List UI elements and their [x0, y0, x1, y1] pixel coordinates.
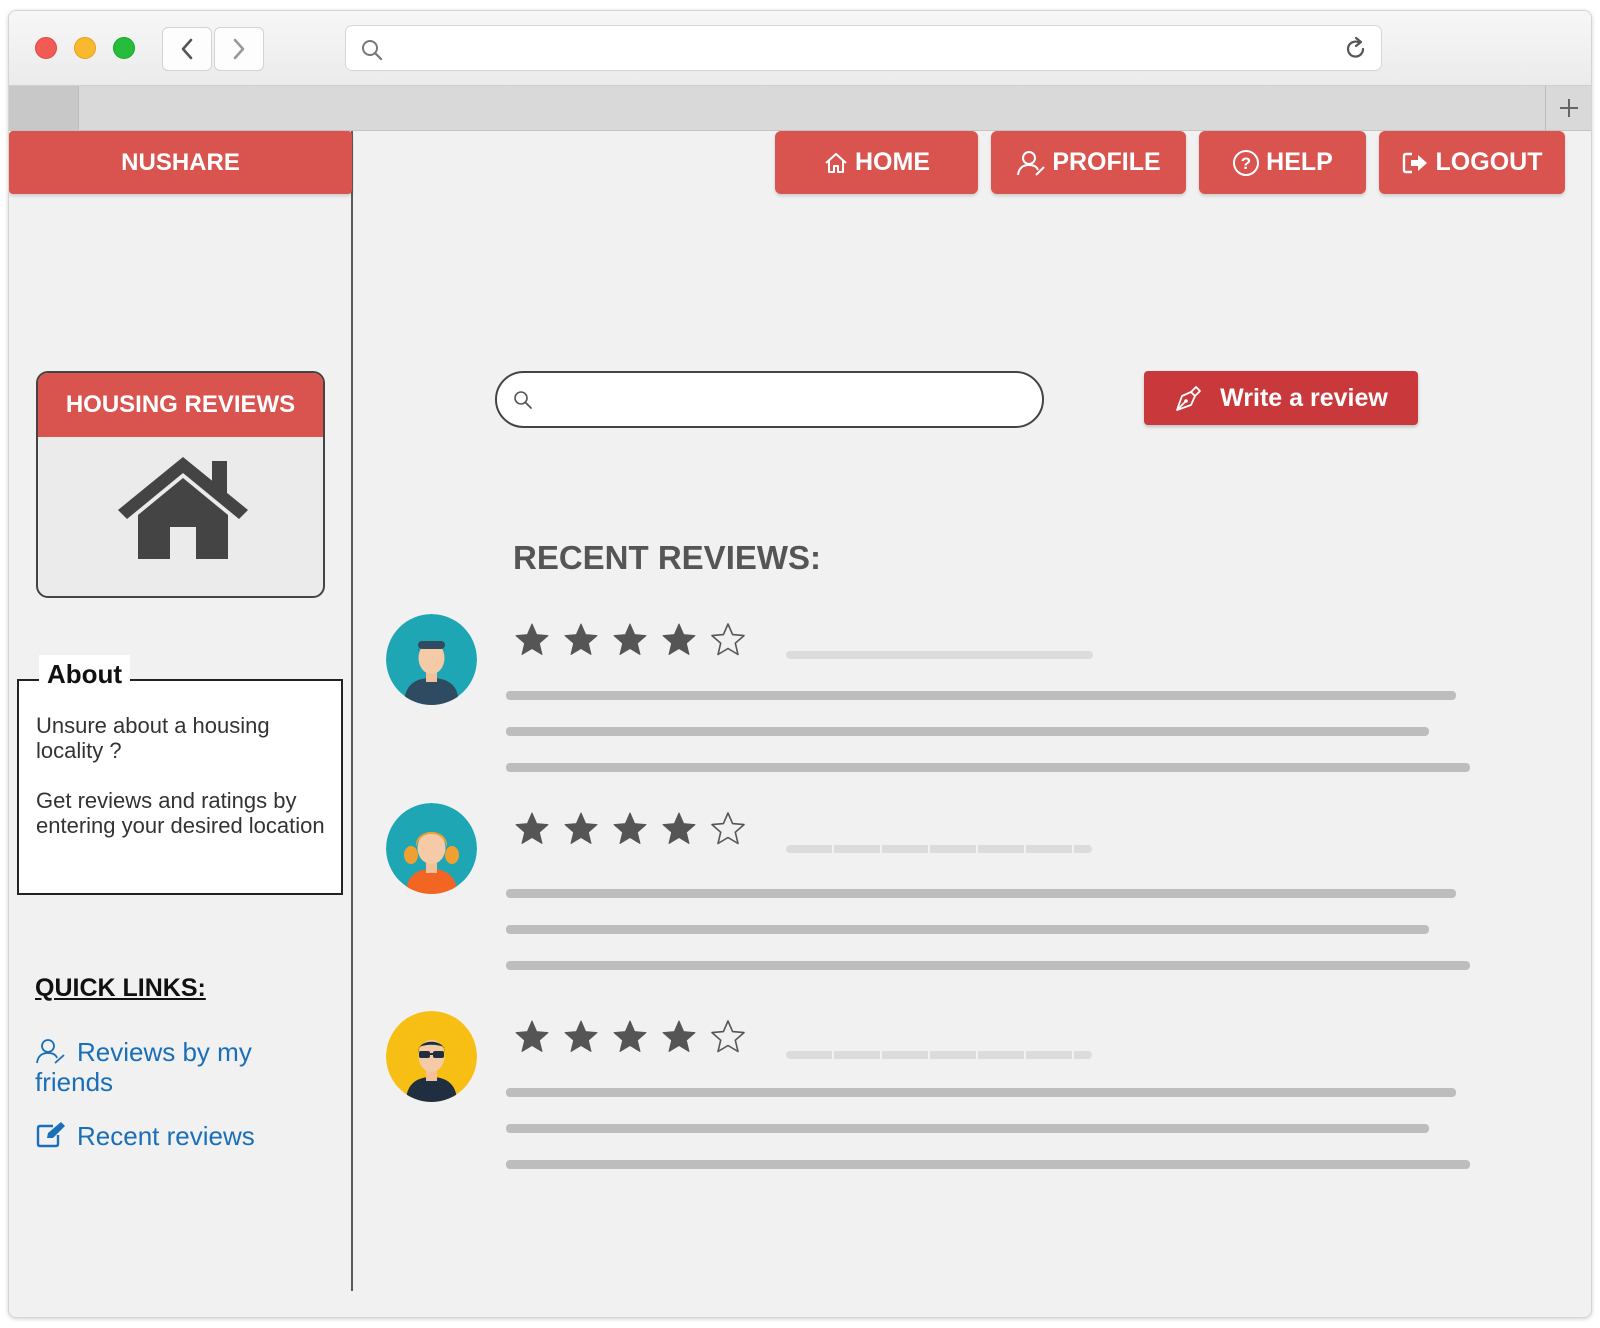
recent-reviews-title: RECENT REVIEWS:: [513, 539, 822, 576]
close-window-button[interactable]: [35, 37, 57, 59]
svg-text:?: ?: [1241, 154, 1251, 173]
woman-avatar: [386, 803, 477, 894]
star-filled-icon: [515, 812, 549, 844]
user-icon: [36, 1039, 65, 1064]
maximize-window-button[interactable]: [113, 37, 135, 59]
review-item[interactable]: [386, 1011, 1486, 1181]
about-box: About Unsure about a housing locality ? …: [17, 655, 343, 895]
review-meta-placeholder: [786, 845, 1092, 853]
location-search[interactable]: [495, 371, 1044, 428]
nav-logout-label: LOGOUT: [1435, 148, 1543, 176]
rating-stars: [514, 811, 746, 847]
star-empty-icon: [711, 812, 745, 845]
review-text-line: [506, 1124, 1429, 1133]
reload-icon[interactable]: [1343, 36, 1369, 62]
minimize-window-button[interactable]: [74, 37, 96, 59]
star-filled-icon: [613, 1020, 647, 1052]
edit-icon: [36, 1122, 65, 1148]
review-meta-placeholder: [786, 651, 1093, 659]
about-text: Unsure about a housing locality ? Get re…: [36, 713, 336, 863]
star-filled-icon: [613, 812, 647, 844]
star-filled-icon: [564, 812, 598, 844]
write-review-button[interactable]: Write a review: [1144, 371, 1418, 425]
quick-link-friends[interactable]: Reviews by my friends: [35, 1037, 315, 1097]
browser-tab[interactable]: [9, 86, 79, 130]
back-button[interactable]: [162, 27, 212, 71]
chevron-left-icon: [181, 38, 193, 60]
review-text-line: [506, 727, 1429, 736]
review-text-line: [506, 763, 1470, 772]
review-item[interactable]: [386, 803, 1486, 973]
review-text-line: [506, 889, 1456, 898]
user-icon: [1017, 150, 1046, 176]
rating-stars: [514, 622, 746, 658]
star-filled-icon: [515, 1020, 549, 1052]
nav-help-label: HELP: [1266, 148, 1333, 176]
review-text-line: [506, 925, 1429, 934]
write-review-label: Write a review: [1220, 383, 1388, 412]
home-icon: [825, 152, 847, 173]
quick-link-friends-label: Reviews by my friends: [35, 1037, 252, 1097]
star-filled-icon: [662, 623, 696, 655]
nav-home-label: HOME: [855, 148, 930, 176]
chevron-right-icon: [233, 38, 245, 60]
man-avatar: [386, 614, 477, 705]
review-item[interactable]: [386, 614, 1486, 784]
star-filled-icon: [662, 812, 696, 844]
star-empty-icon: [711, 623, 745, 656]
star-filled-icon: [515, 623, 549, 655]
quick-link-recent[interactable]: Recent reviews: [35, 1121, 315, 1151]
page-content: NUSHARE HOME PROFILE ? HELP LOGOUT HOUSI…: [9, 131, 1591, 1317]
new-tab-button[interactable]: [1545, 86, 1591, 130]
brand-logo[interactable]: NUSHARE: [9, 131, 352, 194]
housing-reviews-title: HOUSING REVIEWS: [38, 373, 323, 437]
star-filled-icon: [564, 623, 598, 655]
review-text-line: [506, 1088, 1456, 1097]
nav-logout-button[interactable]: LOGOUT: [1379, 131, 1565, 194]
location-search-input[interactable]: [541, 383, 1021, 417]
housing-reviews-card[interactable]: HOUSING REVIEWS: [36, 371, 325, 598]
browser-window: NUSHARE HOME PROFILE ? HELP LOGOUT HOUSI…: [8, 10, 1592, 1318]
rating-stars: [514, 1019, 746, 1055]
star-filled-icon: [662, 1020, 696, 1052]
about-line-2: Get reviews and ratings by entering your…: [36, 788, 325, 838]
pen-icon: [1176, 386, 1202, 411]
logout-icon: [1402, 152, 1427, 173]
about-line-1: Unsure about a housing locality ?: [36, 713, 270, 763]
review-text-line: [506, 961, 1470, 970]
nav-home-button[interactable]: HOME: [775, 131, 978, 194]
house-icon: [118, 457, 248, 559]
search-icon: [362, 40, 383, 61]
nav-help-button[interactable]: ? HELP: [1199, 131, 1366, 194]
help-circle-icon: ?: [1233, 149, 1260, 176]
nav-profile-button[interactable]: PROFILE: [991, 131, 1186, 194]
browser-titlebar: [9, 11, 1591, 86]
star-filled-icon: [613, 623, 647, 655]
review-text-line: [506, 1160, 1470, 1169]
sidebar-divider: [351, 131, 353, 1291]
quick-links-title: QUICK LINKS:: [35, 974, 206, 1002]
about-title: About: [39, 655, 131, 694]
star-filled-icon: [564, 1020, 598, 1052]
plus-icon: [1559, 99, 1578, 117]
review-meta-placeholder: [786, 1051, 1092, 1059]
address-bar[interactable]: [345, 25, 1382, 71]
star-empty-icon: [711, 1020, 745, 1053]
forward-button[interactable]: [214, 27, 264, 71]
sunglasses-man-avatar: [386, 1011, 477, 1102]
quick-link-recent-label: Recent reviews: [77, 1121, 255, 1151]
review-text-line: [506, 691, 1456, 700]
tab-bar: [9, 86, 1591, 131]
nav-profile-label: PROFILE: [1052, 148, 1161, 176]
search-icon: [514, 391, 532, 409]
